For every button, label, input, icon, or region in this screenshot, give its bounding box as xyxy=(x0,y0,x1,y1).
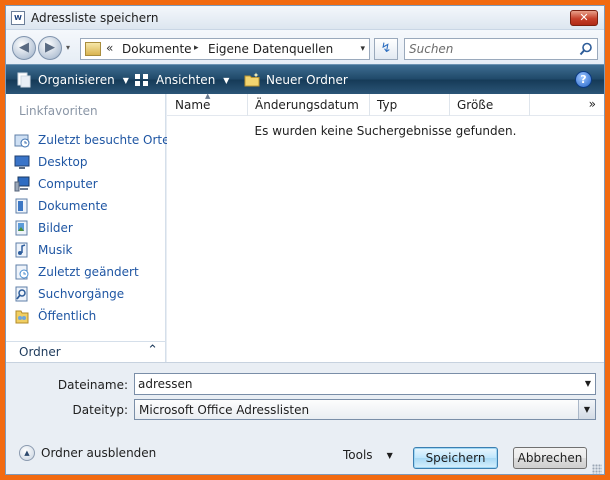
favorite-links-heading: Linkfavoriten xyxy=(19,104,98,118)
filetype-label: Dateityp: xyxy=(72,403,128,417)
command-toolbar: Organisieren ▼ Ansichten ▼ Neuer Ordner … xyxy=(6,64,604,94)
tools-menu[interactable]: Tools ▼ xyxy=(343,448,393,462)
forward-arrow-icon[interactable]: ▶ xyxy=(38,36,62,60)
folders-bar[interactable]: Ordner ⌃ xyxy=(6,341,165,362)
chevron-down-icon[interactable]: ▼ xyxy=(578,400,595,419)
sidebar-item-desktop[interactable]: Desktop xyxy=(14,152,164,172)
sort-ascending-icon: ▲ xyxy=(205,92,211,100)
folders-label: Ordner xyxy=(19,345,61,359)
sidebar-item-label: Musik xyxy=(38,243,73,257)
column-header: Name ▲ Änderungsdatum Typ Größe » xyxy=(167,92,604,116)
sidebar-item-pictures[interactable]: Bilder xyxy=(14,218,164,238)
navigation-pane: Linkfavoriten Zuletzt besuchte Orte Desk… xyxy=(6,94,170,362)
window-title: Adressliste speichern xyxy=(31,11,159,25)
more-columns-icon[interactable]: » xyxy=(589,97,596,111)
help-icon[interactable]: ? xyxy=(575,71,592,88)
hide-folders-label: Ordner ausblenden xyxy=(41,446,157,460)
sidebar-item-label: Zuletzt besuchte Orte xyxy=(38,133,170,147)
breadcrumb-eigene-datenquellen[interactable]: Eigene Datenquellen xyxy=(208,42,333,56)
organize-icon xyxy=(17,72,31,88)
sidebar-item-documents[interactable]: Dokumente xyxy=(14,196,164,216)
breadcrumb-separator[interactable]: ▸ xyxy=(194,43,199,53)
column-divider[interactable] xyxy=(529,94,530,116)
column-size[interactable]: Größe xyxy=(457,98,493,112)
sidebar-item-label: Bilder xyxy=(38,221,73,235)
save-button[interactable]: Speichern xyxy=(413,447,498,469)
chevron-up-icon[interactable]: ⌃ xyxy=(147,343,158,358)
title-bar: W Adressliste speichern ✕ xyxy=(6,6,604,30)
address-bar[interactable]: « Dokumente ▸ Eigene Datenquellen ▾ xyxy=(80,38,370,60)
public-folder-icon xyxy=(15,310,29,324)
sidebar-item-label: Suchvorgänge xyxy=(38,287,125,301)
documents-icon xyxy=(15,198,28,214)
filename-combobox[interactable]: ▼ xyxy=(134,373,596,395)
sidebar-item-label: Zuletzt geändert xyxy=(38,265,139,279)
filename-label: Dateiname: xyxy=(57,378,128,392)
sidebar-item-computer[interactable]: Computer xyxy=(14,174,164,194)
filetype-select[interactable]: Microsoft Office Adresslisten ▼ xyxy=(134,399,596,420)
column-name[interactable]: Name xyxy=(175,98,210,112)
hide-folders-button[interactable]: ▲ Ordner ausblenden xyxy=(19,445,156,461)
chevron-down-icon[interactable]: ▼ xyxy=(585,379,591,388)
save-dialog: W Adressliste speichern ✕ ◀ ▶ ▾ « Dokume… xyxy=(5,5,605,475)
breadcrumb-dokumente[interactable]: Dokumente xyxy=(122,42,192,56)
new-folder-icon xyxy=(244,72,260,87)
column-divider[interactable] xyxy=(449,94,450,116)
search-icon[interactable] xyxy=(579,42,593,56)
new-folder-label: Neuer Ordner xyxy=(266,73,348,87)
close-button[interactable]: ✕ xyxy=(570,10,598,26)
sidebar-item-label: Dokumente xyxy=(38,199,108,213)
organize-menu[interactable]: Organisieren ▼ xyxy=(16,72,129,88)
chevron-down-icon: ▼ xyxy=(386,450,393,460)
searches-icon xyxy=(15,286,28,302)
back-arrow-icon[interactable]: ◀ xyxy=(12,36,36,60)
column-type[interactable]: Typ xyxy=(377,98,397,112)
column-modified[interactable]: Änderungsdatum xyxy=(255,98,359,112)
breadcrumb-overflow[interactable]: « xyxy=(106,41,113,55)
computer-icon xyxy=(14,176,30,192)
column-divider[interactable] xyxy=(369,94,370,116)
sidebar-item-recently-changed[interactable]: Zuletzt geändert xyxy=(14,262,164,282)
folder-icon xyxy=(85,42,101,56)
file-list[interactable]: Name ▲ Änderungsdatum Typ Größe » Es wur… xyxy=(167,92,604,362)
app-icon: W xyxy=(11,11,25,25)
address-row: ◀ ▶ ▾ « Dokumente ▸ Eigene Datenquellen … xyxy=(6,30,604,64)
views-icon xyxy=(135,74,148,86)
save-form: Dateiname: ▼ Dateityp: Microsoft Office … xyxy=(6,362,604,474)
tools-label: Tools xyxy=(343,448,373,462)
sidebar-item-searches[interactable]: Suchvorgänge xyxy=(14,284,164,304)
recent-places-icon xyxy=(14,134,30,148)
sidebar-item-label: Desktop xyxy=(38,155,88,169)
sidebar-item-public[interactable]: Öffentlich xyxy=(14,306,164,326)
chevron-down-icon: ▼ xyxy=(223,75,230,85)
recently-changed-icon xyxy=(15,264,29,280)
recent-pages-dropdown[interactable]: ▾ xyxy=(66,43,70,52)
views-menu[interactable]: Ansichten ▼ xyxy=(134,72,229,88)
organize-label: Organisieren xyxy=(38,73,115,87)
resize-grip[interactable] xyxy=(592,464,602,474)
filetype-value: Microsoft Office Adresslisten xyxy=(139,403,310,417)
cancel-button[interactable]: Abbrechen xyxy=(513,447,587,469)
sidebar-item-label: Computer xyxy=(38,177,98,191)
empty-results-message: Es wurden keine Suchergebnisse gefunden. xyxy=(254,124,517,138)
sidebar-item-recent-places[interactable]: Zuletzt besuchte Orte xyxy=(14,130,170,150)
filename-input[interactable] xyxy=(138,376,568,392)
column-divider[interactable] xyxy=(247,94,248,116)
search-box[interactable] xyxy=(404,38,598,60)
desktop-icon xyxy=(14,155,30,169)
orange-frame: W Adressliste speichern ✕ ◀ ▶ ▾ « Dokume… xyxy=(0,0,610,480)
sidebar-item-label: Öffentlich xyxy=(38,309,97,323)
chevron-down-icon: ▼ xyxy=(122,75,129,85)
collapse-icon: ▲ xyxy=(19,445,35,461)
views-label: Ansichten xyxy=(156,73,216,87)
pictures-icon xyxy=(15,220,28,236)
search-input[interactable] xyxy=(409,41,569,57)
address-dropdown[interactable]: ▾ xyxy=(360,44,365,54)
music-icon xyxy=(15,242,28,258)
sidebar-item-music[interactable]: Musik xyxy=(14,240,164,260)
refresh-icon[interactable]: ↯ xyxy=(374,38,398,60)
new-folder-button[interactable]: Neuer Ordner xyxy=(244,72,348,88)
